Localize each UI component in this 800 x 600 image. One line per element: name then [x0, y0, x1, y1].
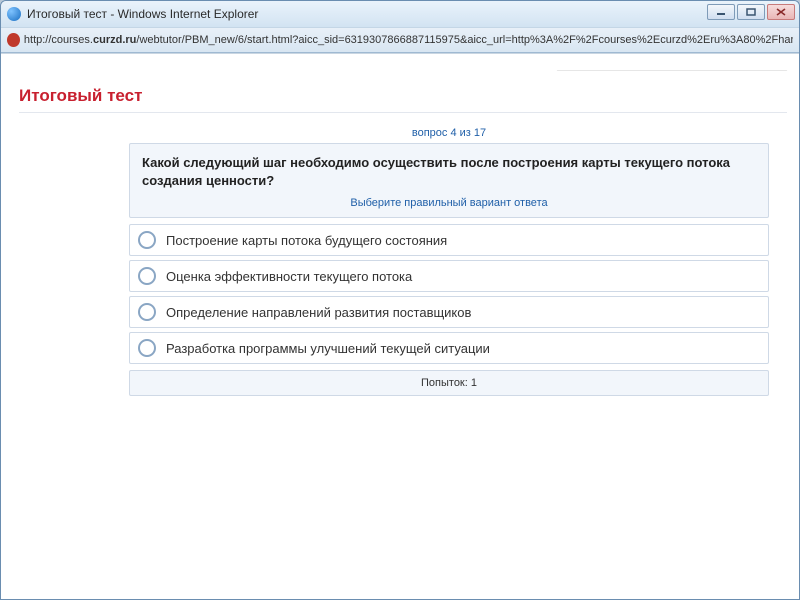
attempts-label: Попыток: 1: [421, 377, 477, 389]
question-panel: Какой следующий шаг необходимо осуществи…: [129, 143, 769, 218]
radio-icon: [138, 303, 156, 321]
content-area: Итоговый тест вопрос 4 из 17 Какой следу…: [1, 53, 799, 599]
site-icon: [7, 33, 20, 47]
close-button[interactable]: [767, 4, 795, 20]
radio-icon: [138, 267, 156, 285]
page-header: Итоговый тест: [19, 86, 787, 113]
question-text: Какой следующий шаг необходимо осуществи…: [142, 154, 756, 189]
url-host: curzd.ru: [93, 34, 136, 46]
maximize-icon: [746, 8, 756, 16]
url-prefix: http://courses.: [24, 34, 93, 46]
answer-option[interactable]: Оценка эффективности текущего потока: [129, 260, 769, 292]
window-titlebar: Итоговый тест - Windows Internet Explore…: [1, 1, 799, 27]
attempts-panel: Попыток: 1: [129, 370, 769, 396]
quiz-container: вопрос 4 из 17 Какой следующий шаг необх…: [129, 127, 769, 396]
answer-option[interactable]: Определение направлений развития поставщ…: [129, 296, 769, 328]
ie-icon: [7, 7, 21, 21]
answer-option-label: Разработка программы улучшений текущей с…: [166, 341, 490, 356]
address-bar[interactable]: http://courses.curzd.ru/webtutor/PBM_new…: [1, 27, 799, 53]
minimize-icon: [716, 8, 726, 16]
answer-option-label: Определение направлений развития поставщ…: [166, 305, 471, 320]
window-controls: [707, 4, 795, 20]
page-title: Итоговый тест: [19, 86, 787, 106]
minimize-button[interactable]: [707, 4, 735, 20]
browser-window: Итоговый тест - Windows Internet Explore…: [0, 0, 800, 600]
answer-instruction: Выберите правильный вариант ответа: [142, 197, 756, 209]
answer-option[interactable]: Построение карты потока будущего состоян…: [129, 224, 769, 256]
window-title: Итоговый тест - Windows Internet Explore…: [27, 7, 258, 21]
radio-icon: [138, 231, 156, 249]
question-progress: вопрос 4 из 17: [129, 127, 769, 139]
maximize-button[interactable]: [737, 4, 765, 20]
url-path: /webtutor/PBM_new/6/start.html?aicc_sid=…: [136, 34, 793, 46]
radio-icon: [138, 339, 156, 357]
tab-strip: [19, 62, 787, 82]
answer-option-label: Построение карты потока будущего состоян…: [166, 233, 447, 248]
answer-option[interactable]: Разработка программы улучшений текущей с…: [129, 332, 769, 364]
answer-option-label: Оценка эффективности текущего потока: [166, 269, 412, 284]
url-text: http://courses.curzd.ru/webtutor/PBM_new…: [24, 34, 793, 46]
close-icon: [776, 8, 786, 16]
options-list: Построение карты потока будущего состоян…: [129, 224, 769, 364]
